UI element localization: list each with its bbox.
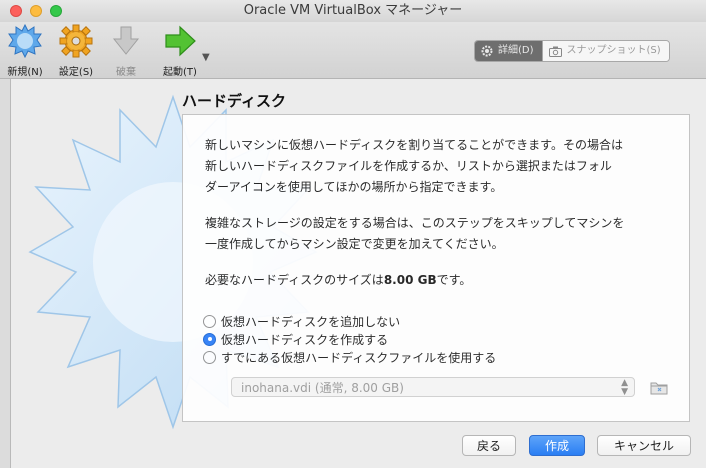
radio-create-disk-label: 仮想ハードディスクを作成する [221,332,389,347]
radio-no-disk-circle[interactable] [203,314,216,328]
size-prefix: 必要なハードディスクのサイズは [205,273,384,287]
settings-label: 設定(S) [58,67,94,78]
content-panel: 新しいマシンに仮想ハードディスクを割り当てることができます。その場合は 新しいハ… [182,114,690,422]
start-arrow-icon [165,25,196,57]
page-title: ハードディスク [182,92,286,110]
intro-line-1: 新しいマシンに仮想ハードディスクを割り当てることができます。その場合は [205,138,623,152]
details-gear-icon [481,45,493,57]
view-segmented-control: 詳細(D) スナップショット(S) [474,40,670,62]
toolbar: 新規(N) 設定(S) 破棄 起動(T) ▼ 詳細(D) スナップショット(S) [0,22,706,79]
radio-existing-disk[interactable]: すでにある仮想ハードディスクファイルを使用する [203,348,496,366]
size-value: 8.00 GB [383,273,437,287]
snapshots-button[interactable]: スナップショット(S) [541,41,669,61]
create-button[interactable]: 作成 [529,435,585,456]
start-dropdown-icon[interactable]: ▼ [202,52,210,63]
title-bar: Oracle VM VirtualBox マネージャー [0,0,706,22]
details-label: 詳細(D) [498,45,534,56]
radio-no-disk-label: 仮想ハードディスクを追加しない [221,314,401,329]
radio-create-disk[interactable]: 仮想ハードディスクを作成する [203,330,388,348]
intro-line-3: ダーアイコンを使用してほかの場所から指定できます。 [205,180,503,194]
start-label: 起動(T) [163,67,197,78]
size-suffix: です。 [436,273,472,287]
settings-button[interactable]: 設定(S) [51,24,101,78]
radio-existing-disk-label: すでにある仮想ハードディスクファイルを使用する [221,350,497,365]
existing-disk-value: inohana.vdi (通常, 8.00 GB) [241,381,404,395]
details-button[interactable]: 詳細(D) [475,41,542,61]
intro-paragraph: 新しいマシンに仮想ハードディスクを割り当てることができます。その場合は 新しいハ… [205,135,675,198]
new-label: 新規(N) [7,67,43,78]
gear-icon [59,24,93,58]
window-title: Oracle VM VirtualBox マネージャー [243,3,463,18]
new-button[interactable]: 新規(N) [0,24,50,78]
discard-button[interactable]: 破棄 [101,24,151,78]
back-button[interactable]: 戻る [462,435,516,456]
start-button[interactable]: 起動(T) [155,24,205,78]
camera-icon [548,46,562,57]
radio-existing-disk-circle[interactable] [203,350,216,364]
radio-no-disk[interactable]: 仮想ハードディスクを追加しない [203,312,400,330]
vm-list-edge [0,79,11,468]
new-starburst-icon [8,24,42,58]
cancel-button[interactable]: キャンセル [597,435,691,456]
chevron-updown-icon: ▲ ▼ [621,378,628,397]
discard-label: 破棄 [116,67,136,78]
maximize-window-button[interactable] [50,5,62,17]
close-window-button[interactable] [10,5,22,17]
snapshots-label: スナップショット(S) [566,45,661,56]
folder-icon[interactable] [649,377,669,397]
storage-paragraph: 複雑なストレージの設定をする場合は、このステップをスキップしてマシンを 一度作成… [205,213,675,255]
existing-disk-select[interactable]: inohana.vdi (通常, 8.00 GB) ▲ ▼ [231,377,635,397]
size-paragraph: 必要なハードディスクのサイズは8.00 GBです。 [205,270,675,291]
radio-create-disk-circle[interactable] [203,332,216,346]
minimize-window-button[interactable] [30,5,42,17]
down-arrow-icon [112,26,140,55]
storage-line-2: 一度作成してからマシン設定で変更を加えてください。 [205,237,504,251]
storage-line-1: 複雑なストレージの設定をする場合は、このステップをスキップしてマシンを [205,216,625,230]
intro-line-2: 新しいハードディスクファイルを作成するか、リストから選択またはフォル [205,159,612,173]
